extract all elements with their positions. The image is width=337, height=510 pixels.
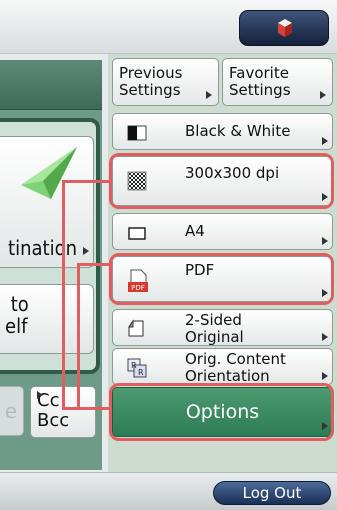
two-sided-original-button[interactable]: 2-Sided Original	[112, 309, 333, 346]
paper-size-button[interactable]: A4	[112, 213, 333, 250]
highlight-connector	[62, 180, 111, 183]
status-monitor-button[interactable]	[239, 10, 329, 46]
highlight-connector	[62, 180, 65, 410]
chevron-right-icon	[322, 237, 328, 245]
color-mode-value: Black & White	[185, 122, 291, 140]
paper-size-value: A4	[185, 222, 205, 240]
logout-label: Log Out	[242, 484, 302, 502]
disabled-button-label: e	[4, 399, 17, 423]
highlight-connector	[62, 407, 111, 410]
two-sided-original-label: 2-Sided Original	[185, 311, 244, 346]
panel-header	[0, 60, 102, 110]
previous-settings-label: Previous Settings	[119, 64, 183, 99]
logout-button[interactable]: Log Out	[213, 481, 331, 505]
favorite-settings-label: Favorite Settings	[229, 64, 291, 99]
options-highlight	[109, 383, 334, 441]
highlight-connector	[77, 263, 80, 410]
orientation-label: Orig. Content Orientation	[185, 350, 286, 385]
chevron-right-icon	[37, 391, 43, 399]
chevron-right-icon	[206, 91, 212, 99]
chevron-right-icon	[320, 91, 326, 99]
highlight-connector	[77, 263, 111, 266]
chevron-right-icon	[322, 333, 328, 341]
cube-icon	[278, 19, 292, 37]
svg-text:R: R	[138, 368, 144, 377]
chevron-right-icon	[83, 247, 89, 255]
svg-text:R: R	[131, 361, 137, 370]
duplex-icon	[128, 319, 144, 337]
orientation-icon: R R	[127, 358, 147, 378]
paper-icon	[128, 227, 146, 240]
file-format-highlight	[109, 253, 334, 305]
disabled-button: e	[0, 386, 24, 436]
destination-label: tination	[8, 236, 77, 260]
resolution-highlight	[109, 153, 334, 209]
previous-settings-button[interactable]: Previous Settings	[112, 58, 219, 106]
orientation-button[interactable]: R R Orig. Content Orientation	[112, 348, 333, 385]
destination-button[interactable]: tination	[0, 136, 94, 268]
send-to-myself-label: to elf	[5, 292, 29, 338]
black-white-icon	[127, 125, 147, 141]
paper-plane-icon	[21, 147, 77, 199]
favorite-settings-button[interactable]: Favorite Settings	[222, 58, 333, 106]
color-mode-button[interactable]: Black & White	[112, 113, 333, 150]
chevron-right-icon	[322, 137, 328, 145]
chevron-right-icon	[322, 372, 328, 380]
